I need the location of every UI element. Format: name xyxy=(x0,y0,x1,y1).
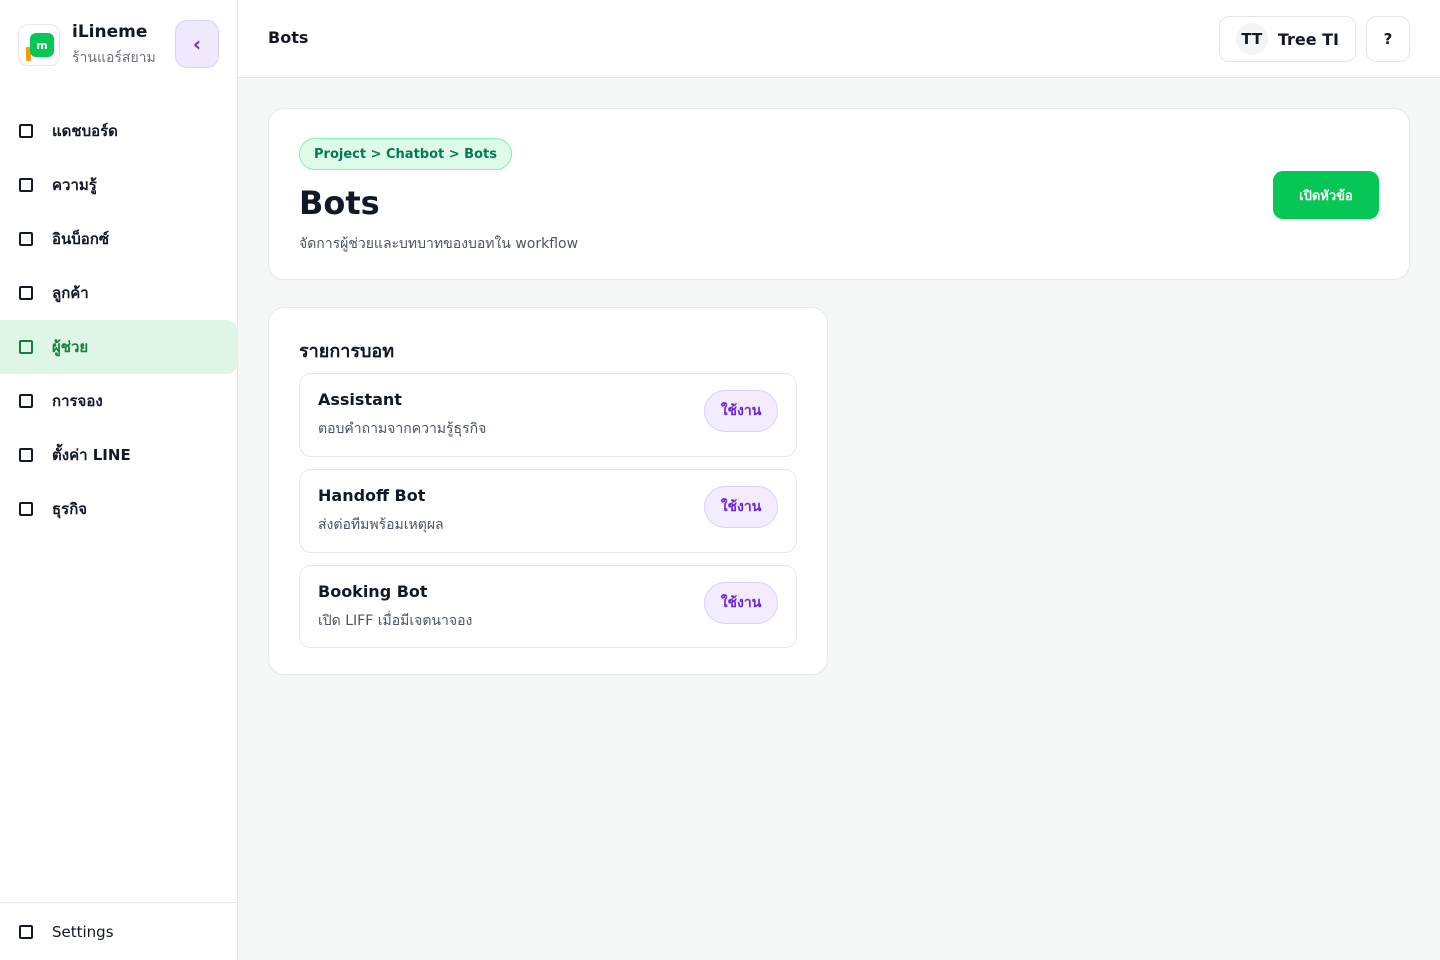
bot-item-booking[interactable]: Booking Bot เปิด LIFF เมื่อมีเจตนาจอง ใช… xyxy=(299,565,797,648)
square-icon xyxy=(19,232,33,246)
bot-name: Handoff Bot xyxy=(318,486,426,505)
user-name: Tree TI xyxy=(1277,29,1339,49)
square-icon xyxy=(19,178,33,192)
user-menu-button[interactable]: TT Tree TI xyxy=(1218,16,1356,62)
status-badge: ใช้งาน xyxy=(704,582,778,624)
sidebar-item-bookings[interactable]: การจอง xyxy=(0,374,237,428)
top-bar: Bots TT Tree TI ? xyxy=(238,0,1440,78)
page-title: Bots xyxy=(299,184,380,222)
chevron-left-icon: ‹ xyxy=(192,32,202,56)
page-header-card: Project > Chatbot > Bots Bots จัดการผู้ช… xyxy=(268,108,1410,280)
square-icon xyxy=(19,448,33,462)
app-name: iLineme xyxy=(72,22,148,42)
open-topic-button[interactable]: เปิดหัวข้อ xyxy=(1273,171,1379,219)
bot-list-card: รายการบอท Assistant ตอบคำถามจากความรู้ธุ… xyxy=(268,307,828,675)
square-icon xyxy=(19,340,33,354)
question-icon: ? xyxy=(1383,30,1393,48)
status-badge: ใช้งาน xyxy=(704,486,778,528)
collapse-sidebar-button[interactable]: ‹ xyxy=(175,20,219,68)
sidebar-item-label: แดชบอร์ด xyxy=(52,122,118,140)
bot-item-assistant[interactable]: Assistant ตอบคำถามจากความรู้ธุรกิจ ใช้งา… xyxy=(299,373,797,457)
square-icon xyxy=(19,502,33,516)
bot-name: Booking Bot xyxy=(318,582,428,601)
sidebar-item-label: ผู้ช่วย xyxy=(52,338,89,356)
sidebar-item-inbox[interactable]: อินบ็อกซ์ xyxy=(0,212,237,266)
square-icon xyxy=(19,924,33,939)
bot-description: เปิด LIFF เมื่อมีเจตนาจอง xyxy=(318,613,473,629)
sidebar-item-dashboard[interactable]: แดชบอร์ด xyxy=(0,104,237,158)
brand[interactable]: m iLineme ร้านแอร์สยาม xyxy=(18,22,156,68)
sidebar-item-assistants[interactable]: ผู้ช่วย xyxy=(0,320,237,374)
bot-name: Assistant xyxy=(318,390,402,409)
status-badge: ใช้งาน xyxy=(704,390,778,432)
page-description: จัดการผู้ช่วยและบทบาทของบอทใน workflow xyxy=(299,236,579,252)
sidebar-item-label: Settings xyxy=(52,922,114,941)
bot-list-title: รายการบอท xyxy=(299,341,395,362)
sidebar-item-label: อินบ็อกซ์ xyxy=(52,230,110,248)
shop-name: ร้านแอร์สยาม xyxy=(72,50,156,66)
sidebar-item-knowledge[interactable]: ความรู้ xyxy=(0,158,237,212)
sidebar-nav: แดชบอร์ด ความรู้ อินบ็อกซ์ ลูกค้า ผู้ช่ว… xyxy=(0,104,237,536)
square-icon xyxy=(19,286,33,300)
sidebar-item-label: การจอง xyxy=(52,392,103,410)
sidebar-item-label: ตั้งค่า LINE xyxy=(52,446,131,464)
logo-mark: m xyxy=(30,33,54,57)
sidebar-item-customers[interactable]: ลูกค้า xyxy=(0,266,237,320)
bot-item-handoff[interactable]: Handoff Bot ส่งต่อทีมพร้อมเหตุผล ใช้งาน xyxy=(299,469,797,553)
app-logo: m xyxy=(18,24,60,66)
breadcrumb: Project > Chatbot > Bots xyxy=(299,138,512,170)
bot-description: ส่งต่อทีมพร้อมเหตุผล xyxy=(318,517,444,533)
sidebar-item-label: ลูกค้า xyxy=(52,284,89,302)
bot-description: ตอบคำถามจากความรู้ธุรกิจ xyxy=(318,421,487,437)
sidebar-item-settings[interactable]: Settings xyxy=(0,902,237,960)
sidebar-item-line-settings[interactable]: ตั้งค่า LINE xyxy=(0,428,237,482)
sidebar-item-label: ธุรกิจ xyxy=(52,500,88,518)
square-icon xyxy=(19,394,33,408)
sidebar-item-business[interactable]: ธุรกิจ xyxy=(0,482,237,536)
square-icon xyxy=(19,124,33,138)
sidebar-item-label: ความรู้ xyxy=(52,176,97,194)
help-button[interactable]: ? xyxy=(1366,16,1410,62)
avatar: TT xyxy=(1235,23,1268,55)
sidebar: m iLineme ร้านแอร์สยาม ‹ แดชบอร์ด ความรู… xyxy=(0,0,238,960)
topbar-title: Bots xyxy=(268,28,309,47)
